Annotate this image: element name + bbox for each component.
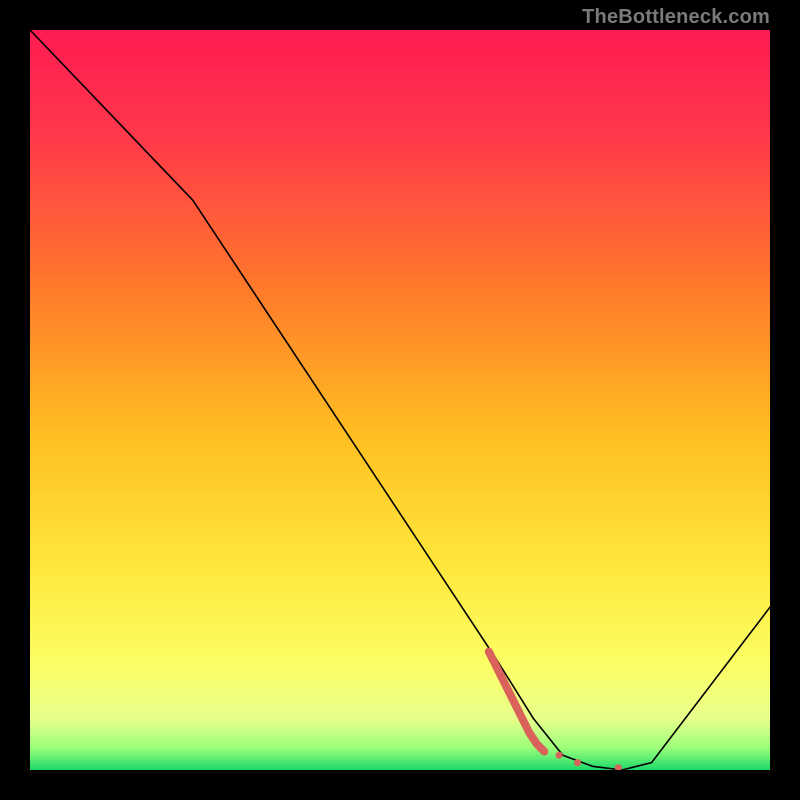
bottleneck-chart: TheBottleneck.com bbox=[0, 0, 800, 800]
plot-svg bbox=[30, 30, 770, 770]
sweet-spot-p1 bbox=[556, 752, 563, 759]
sweet-spot-p2 bbox=[574, 759, 581, 766]
gradient-bg bbox=[30, 30, 770, 770]
watermark: TheBottleneck.com bbox=[582, 6, 770, 29]
plot-area bbox=[30, 30, 770, 770]
